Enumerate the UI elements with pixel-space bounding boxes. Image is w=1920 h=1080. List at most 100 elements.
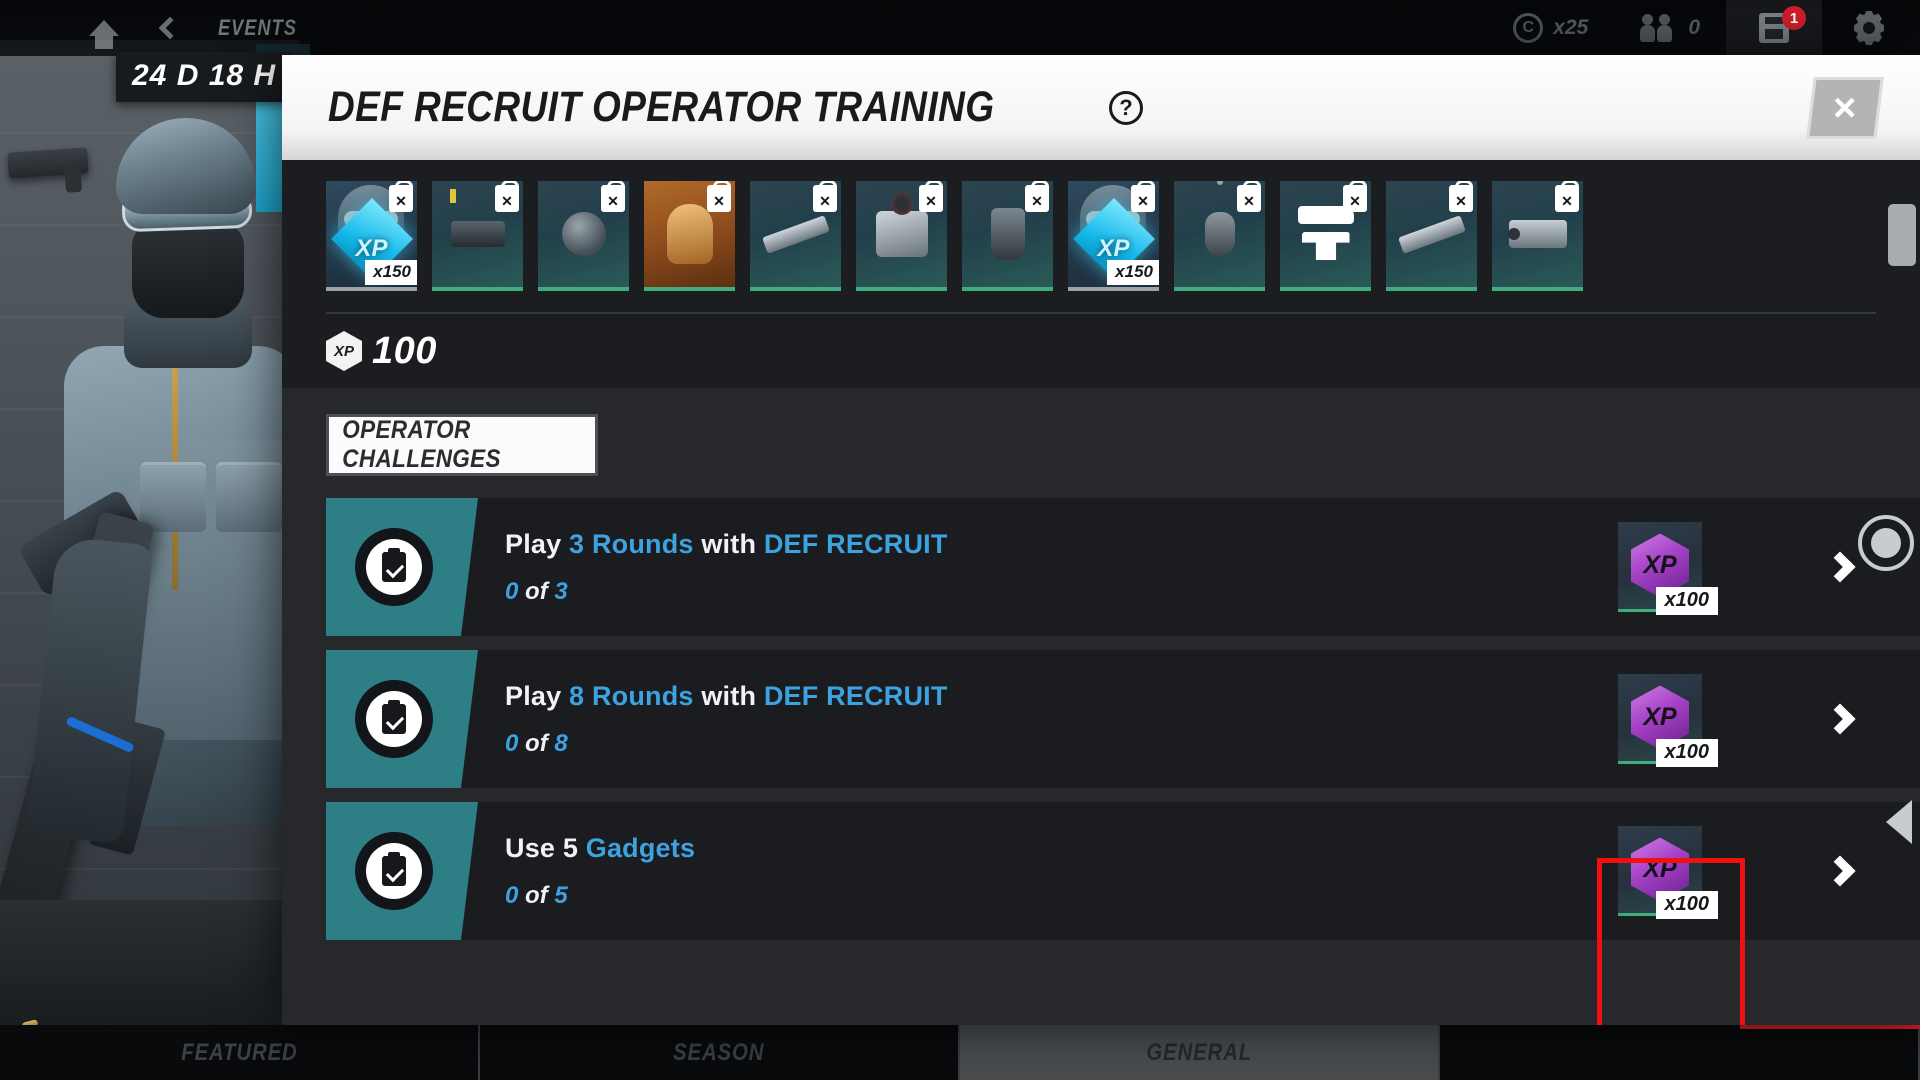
challenge-desc-part: Play [505,680,570,711]
challenge-text: Use 5 Gadgets 0 of 5 [461,802,1560,940]
tab-operator-challenges[interactable]: OPERATOR CHALLENGES [326,414,598,476]
tabs-row: OPERATOR CHALLENGES [282,414,1920,476]
thumbstick-dot [1871,528,1901,558]
challenge-description: Use 5 Gadgets [505,833,1560,864]
challenge-desc-part: DEF RECRUIT [763,680,948,711]
carousel-item[interactable]: ✕ [1174,181,1265,291]
back-arrow-icon[interactable] [152,10,188,46]
drum-magazine-icon [561,212,606,256]
game-screen: EVENTS C x25 0 1 24 D 18 H DEF RECRUIT O… [0,0,1920,1080]
carousel-item[interactable]: ✕ [1386,181,1477,291]
progress-current: 0 [505,729,519,757]
challenge-progress: 0 of 8 [505,730,1560,758]
collapse-left-arrow-icon[interactable] [1886,800,1912,844]
close-button[interactable]: × [1806,77,1884,139]
progress-total: 5 [554,881,568,909]
carousel-item[interactable]: ✕ [1280,181,1371,291]
weapon-laser-attachment-icon [450,221,505,247]
friends-counter[interactable]: 0 [1614,0,1726,56]
carousel-item[interactable]: ✕ [644,181,735,291]
challenge-row[interactable]: Use 5 Gadgets 0 of 5 XP x100 [326,802,1920,940]
help-icon[interactable]: ? [1108,90,1143,125]
bottom-tab-bar: FEATURED SEASON GENERAL [0,1025,1920,1080]
carousel-item[interactable]: XP ✕ x150 [326,181,417,291]
reflex-sight-icon [875,211,928,257]
xp-total-value: 100 [372,329,437,372]
challenge-row[interactable]: Play 3 Rounds with DEF RECRUIT 0 of 3 XP x1… [326,498,1920,636]
challenge-desc-part: Play [505,528,570,559]
reward-tile: XP x100 [1618,522,1718,615]
clipboard-check-icon [381,548,406,582]
operator-training-modal: DEF RECRUIT OPERATOR TRAINING ? × XP ✕ x15… [282,55,1920,1025]
challenge-desc-part: with [693,680,764,711]
reward-carousel[interactable]: XP ✕ x150 ✕ ✕ ✕ ✕ ✕ ✕ XP ✕ x150 ✕ ✕ ✕ ✕ [282,160,1920,312]
reward-quantity: x100 [1655,891,1718,919]
bottom-tab-general[interactable]: GENERAL [960,1025,1440,1080]
tab-label: OPERATOR CHALLENGES [342,416,501,473]
progress-current: 0 [505,881,519,909]
challenge-progress: 0 of 3 [505,578,1560,606]
bottom-tab-season[interactable]: SEASON [480,1025,960,1080]
challenge-status-ring [354,528,433,606]
lock-icon: ✕ [1555,181,1579,212]
angled-grip-icon [990,208,1025,260]
lock-icon: ✕ [1343,181,1367,212]
challenge-status-inner [365,539,422,595]
challenge-status-ring [354,680,433,758]
credits-value: x25 [1553,16,1589,39]
progress-current: 0 [505,577,519,605]
challenge-desc-part: with [693,528,764,559]
operator-portrait-icon [666,204,713,264]
operator-character-art [0,110,298,990]
suppressor-icon [761,214,830,254]
carousel-item[interactable]: ✕ [1492,181,1583,291]
lock-icon: ✕ [813,181,837,212]
chevron-right-icon [1824,551,1856,583]
settings-button[interactable] [1822,0,1920,56]
xp-hex-icon: XP [326,331,362,371]
home-icon[interactable] [86,10,122,49]
gear-icon [1852,11,1886,45]
weapon-workshop-icon [1296,206,1356,262]
carousel-scrollbar[interactable] [1888,204,1916,266]
events-label: EVENTS [218,15,298,40]
credits-counter[interactable]: C x25 [1487,0,1614,56]
progress-separator: of [518,577,555,605]
lock-icon: ✕ [389,181,413,212]
challenge-desc-part: 8 Rounds [569,680,694,711]
bottom-tab-label: GENERAL [1146,1038,1252,1066]
clipboard-check-icon [381,852,406,886]
carousel-item[interactable]: ✕ [538,181,629,291]
chevron-right-icon [1824,703,1856,735]
event-timer-badge: 24 D 18 H [116,52,293,102]
friends-icon [1640,14,1678,42]
bottom-tab[interactable] [1440,1025,1920,1080]
challenge-row[interactable]: Play 8 Rounds with DEF RECRUIT 0 of 8 XP x1… [326,650,1920,788]
challenge-status-panel [326,802,478,940]
carousel-item[interactable]: ✕ [856,181,947,291]
challenge-reward[interactable]: XP x100 [1560,802,1760,940]
lock-icon: ✕ [495,181,519,212]
challenge-detail-button[interactable] [1760,650,1920,788]
challenge-description: Play 8 Rounds with DEF RECRUIT [505,681,1560,712]
carousel-item[interactable]: ✕ [432,181,523,291]
challenge-reward[interactable]: XP x100 [1560,650,1760,788]
modal-body: OPERATOR CHALLENGES Play 3 Rounds with D… [282,388,1920,1025]
challenge-list: Play 3 Rounds with DEF RECRUIT 0 of 3 XP x1… [282,498,1920,940]
lock-icon: ✕ [1237,181,1261,212]
bottom-tab-featured[interactable]: FEATURED [0,1025,480,1080]
friends-value: 0 [1688,16,1700,39]
progress-separator: of [518,881,555,909]
challenge-desc-part: Gadgets [585,832,696,863]
xp-total-row: XP 100 [282,314,1920,388]
mail-button[interactable]: 1 [1726,0,1822,56]
carousel-item[interactable]: ✕ [962,181,1053,291]
challenge-reward[interactable]: XP x100 [1560,498,1760,636]
top-hud-bar: EVENTS C x25 0 1 [0,0,1920,56]
close-icon: × [1833,86,1857,130]
reward-icon-label: XP [1643,855,1677,883]
carousel-item[interactable]: XP ✕ x150 [1068,181,1159,291]
carousel-item[interactable]: ✕ [750,181,841,291]
thumbstick-control[interactable] [1858,515,1914,571]
challenge-desc-part: 3 Rounds [569,528,694,559]
